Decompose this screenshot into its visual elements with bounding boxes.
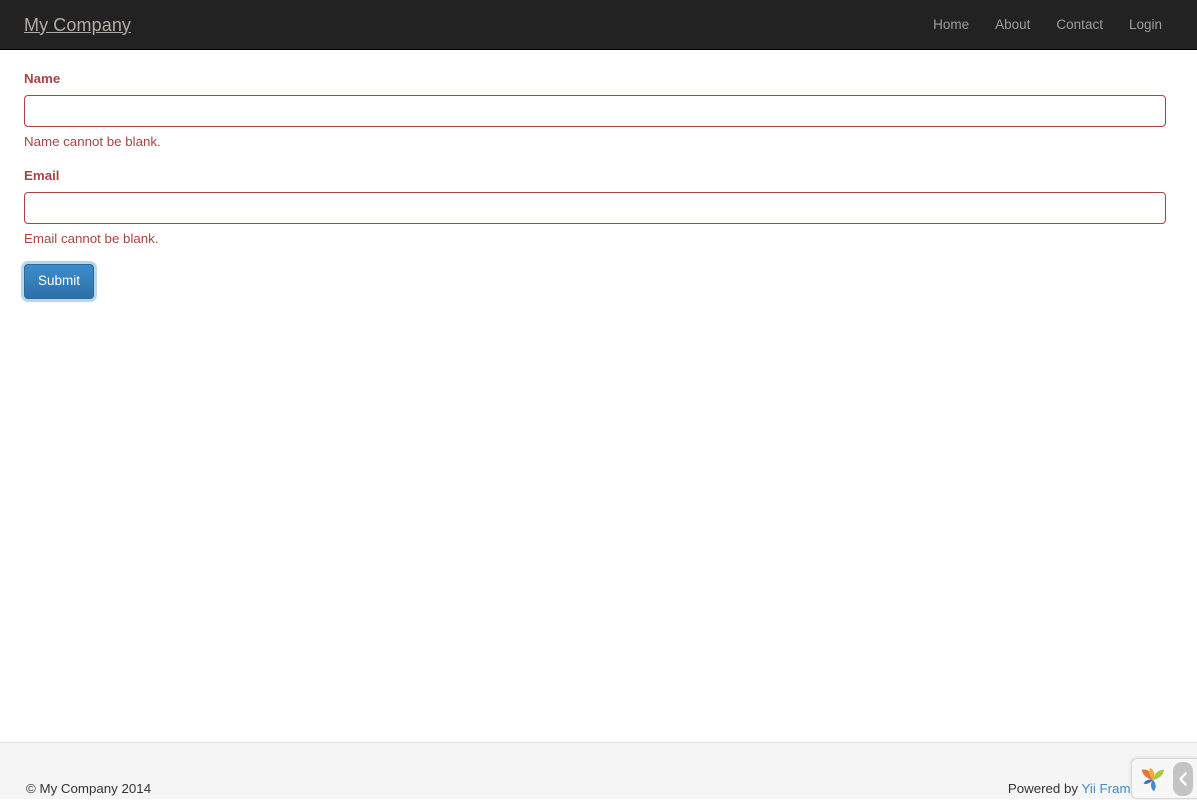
main-content: Name Name cannot be blank. Email Email c… (0, 50, 1197, 299)
name-input[interactable] (24, 95, 1166, 127)
email-form-group: Email Email cannot be blank. (24, 167, 1166, 248)
nav-link-contact[interactable]: Contact (1043, 15, 1116, 35)
email-input[interactable] (24, 192, 1166, 224)
email-error-message: Email cannot be blank. (24, 231, 159, 246)
submit-button[interactable]: Submit (24, 264, 95, 299)
debug-toolbar[interactable] (1131, 758, 1197, 799)
footer-inner: © My Company 2014 Powered by Yii Framewo… (0, 743, 1197, 800)
powered-by-text: Powered by (1007, 781, 1082, 797)
site-footer: © My Company 2014 Powered by Yii Framewo… (0, 742, 1197, 799)
site-header: My Company Home About Contact Login (0, 0, 1197, 50)
yii-logo-icon (1138, 764, 1168, 794)
submit-button-wrapper: Submit (24, 264, 1166, 299)
name-error-message: Name cannot be blank. (24, 134, 161, 149)
nav-link-about[interactable]: About (982, 15, 1043, 35)
brand-link[interactable]: My Company (0, 15, 131, 35)
chevron-left-icon[interactable] (1173, 761, 1193, 796)
email-label: Email (24, 168, 60, 183)
name-form-group: Name Name cannot be blank. (24, 70, 1166, 151)
nav-link-home[interactable]: Home (920, 15, 982, 35)
footer-copyright: © My Company 2014 (26, 781, 152, 797)
contact-form: Name Name cannot be blank. Email Email c… (0, 50, 1197, 299)
main-navigation: Home About Contact Login (920, 15, 1197, 35)
nav-link-login[interactable]: Login (1116, 15, 1175, 35)
name-label: Name (24, 71, 61, 86)
